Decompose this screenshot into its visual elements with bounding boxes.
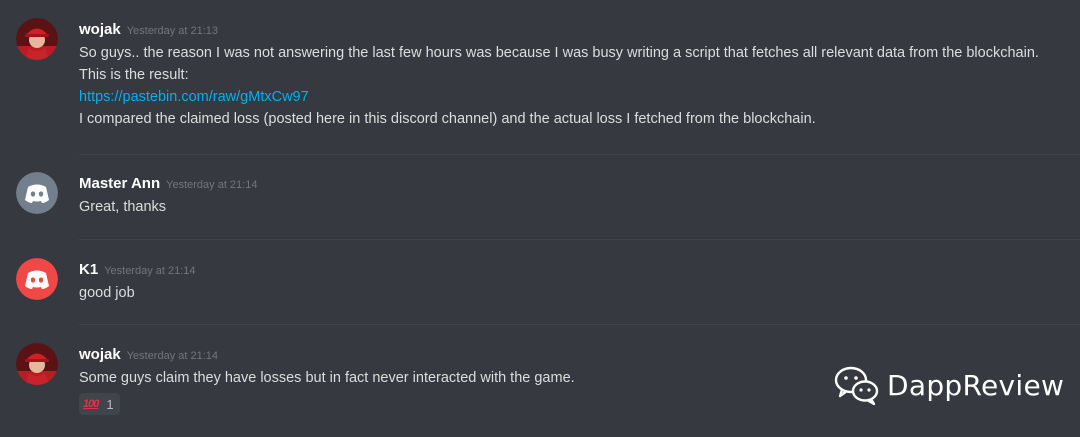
message-link-line: https://pastebin.com/raw/gMtxCw97 — [79, 86, 1070, 108]
reaction-button[interactable]: 100 1 — [79, 393, 120, 415]
message-text: Great, thanks — [79, 199, 167, 215]
timestamp[interactable]: Yesterday at 21:14 — [104, 265, 195, 277]
message-divider — [79, 324, 1080, 325]
user-avatar[interactable] — [16, 258, 58, 300]
red-cap-person-avatar-icon — [16, 343, 58, 385]
timestamp[interactable]: Yesterday at 21:14 — [166, 179, 257, 191]
message-text: good job — [79, 285, 135, 301]
message-header: K1 Yesterday at 21:14 — [79, 260, 1070, 280]
user-avatar[interactable] — [16, 172, 58, 214]
message-text: This is the result: — [79, 67, 189, 83]
message-header: wojak Yesterday at 21:13 — [79, 20, 1070, 40]
pastebin-link[interactable]: https://pastebin.com/raw/gMtxCw97 — [79, 89, 309, 105]
discord-logo-icon — [16, 258, 58, 300]
username[interactable]: wojak — [79, 346, 121, 363]
timestamp[interactable]: Yesterday at 21:14 — [127, 350, 218, 362]
username[interactable]: wojak — [79, 21, 121, 38]
message-divider — [79, 239, 1080, 240]
reaction-count: 1 — [106, 396, 114, 412]
user-avatar[interactable] — [16, 18, 58, 60]
timestamp[interactable]: Yesterday at 21:13 — [127, 25, 218, 37]
message-header: Master Ann Yesterday at 21:14 — [79, 174, 1070, 194]
username[interactable]: Master Ann — [79, 175, 160, 192]
discord-logo-icon — [16, 172, 58, 214]
username[interactable]: K1 — [79, 261, 98, 278]
red-cap-person-avatar-icon — [16, 18, 58, 60]
user-avatar[interactable] — [16, 343, 58, 385]
message-text: I compared the claimed loss (posted here… — [79, 111, 816, 127]
message-text: So guys.. the reason I was not answering… — [79, 45, 1039, 61]
watermark-text: DappReview — [887, 368, 1065, 402]
hundred-points-emoji-icon: 100 — [83, 398, 99, 410]
wechat-icon — [834, 366, 879, 406]
message-divider — [79, 154, 1080, 155]
watermark: DappReview — [833, 360, 1064, 410]
